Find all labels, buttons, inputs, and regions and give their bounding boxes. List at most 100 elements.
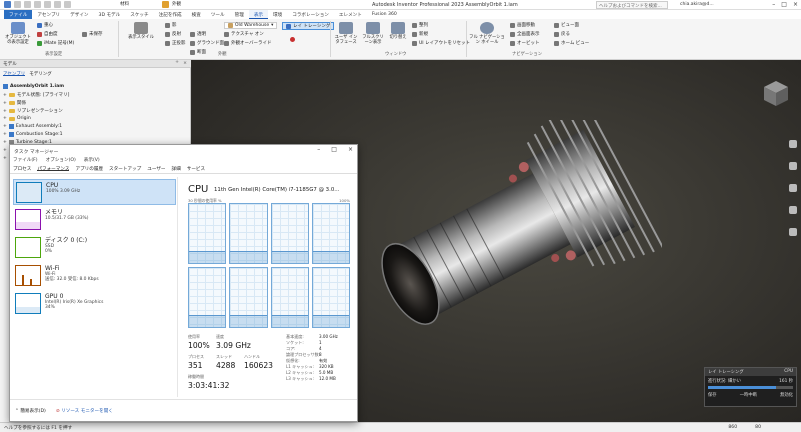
tab-performance[interactable]: パフォーマンス	[37, 166, 70, 172]
minimize-icon[interactable]: –	[317, 146, 320, 153]
expand-icon[interactable]: +	[3, 148, 7, 153]
expand-icon[interactable]: +	[3, 140, 7, 145]
tab-annotate[interactable]: 注記を作成	[154, 10, 187, 19]
steering-wheel-icon[interactable]	[789, 140, 797, 148]
viewcube-icon[interactable]	[761, 78, 791, 108]
tree-node[interactable]: + Origin	[3, 116, 31, 121]
tree-node[interactable]: + リプレゼンテーション	[3, 108, 63, 115]
dof-button[interactable]: 自由度	[37, 31, 58, 37]
tab-environments[interactable]: 環境	[268, 10, 287, 19]
menu-file[interactable]: ファイル(F)	[13, 157, 38, 163]
ray-tracing-button[interactable]: レイ トレーシング	[282, 22, 335, 30]
new-icon[interactable]	[14, 1, 21, 8]
tab-processes[interactable]: プロセス	[13, 166, 31, 172]
look-at-icon[interactable]	[789, 228, 797, 236]
expand-icon[interactable]: +	[3, 124, 7, 129]
home-view-button[interactable]: ホーム ビュー	[554, 40, 589, 46]
save-icon[interactable]	[34, 1, 41, 8]
arrange-button[interactable]: 整列	[412, 22, 428, 28]
ground-plane-button[interactable]: グラウンド面	[190, 40, 224, 46]
tab-collaborate[interactable]: コラボレーション	[287, 10, 334, 19]
ray-tracing-quality-button[interactable]	[290, 37, 295, 42]
texture-on-button[interactable]: テクスチャ オン	[224, 31, 264, 37]
tab-3d-model[interactable]: 3D モデル	[94, 10, 126, 19]
engine-model-render[interactable]	[362, 120, 662, 340]
tab-assembly[interactable]: アセンブリ	[32, 10, 65, 19]
tree-node[interactable]: + Exhaust Assembly:1	[3, 124, 62, 129]
view-face-button[interactable]: ビュー面	[554, 22, 579, 28]
tree-node[interactable]: + 関係	[3, 100, 26, 107]
tab-design[interactable]: デザイン	[65, 10, 93, 19]
user-account[interactable]: chia.akira@d...	[680, 2, 714, 7]
unsaved-button[interactable]: 未保存	[82, 31, 103, 37]
expand-icon[interactable]: +	[3, 156, 7, 161]
tree-node[interactable]: + Combustion Stage:1	[3, 132, 63, 137]
disable-button[interactable]: 無効化	[780, 392, 793, 398]
orbit-icon[interactable]	[789, 206, 797, 214]
tab-fusion360[interactable]: Fusion 360	[367, 10, 402, 19]
material-dropdown[interactable]: 材料	[120, 1, 129, 8]
user-interface-button[interactable]: ユーザ インタフェース	[333, 22, 359, 45]
select-icon[interactable]	[64, 1, 71, 8]
expand-icon[interactable]: +	[3, 93, 7, 98]
undo-icon[interactable]	[44, 1, 51, 8]
full-navigation-wheel-button[interactable]: フル ナビゲーション ホイール	[469, 22, 505, 45]
maximize-icon[interactable]: □	[331, 146, 337, 153]
save-button[interactable]: 保存	[708, 392, 717, 398]
zoom-all-button[interactable]: 全画面表示	[510, 31, 540, 37]
tab-modeling-view[interactable]: モデリング	[29, 71, 52, 77]
close-icon[interactable]: ×	[793, 1, 798, 8]
minimize-icon[interactable]: –	[772, 1, 775, 8]
tab-inspect[interactable]: 検査	[187, 10, 206, 19]
redo-icon[interactable]	[54, 1, 61, 8]
appearance-override-button[interactable]: 外観オーバーライド	[224, 40, 271, 46]
resource-wifi[interactable]: Wi-Fi Wi-Fi 送信: 32.0 受信: 8.0 Kbps	[13, 263, 176, 289]
tab-elements[interactable]: エレメント	[334, 10, 367, 19]
open-icon[interactable]	[24, 1, 31, 8]
object-visibility-button[interactable]: オブジェクトの表示設定	[4, 22, 32, 45]
fewer-details-button[interactable]: ⌃ 簡易表示(D)	[15, 408, 46, 414]
ui-layout-reset-button[interactable]: UI レイアウトをリセット	[412, 40, 470, 46]
expand-icon[interactable]: +	[3, 132, 7, 137]
tab-sketch[interactable]: スケッチ	[125, 10, 153, 19]
tab-tools[interactable]: ツール	[206, 10, 230, 19]
pan-icon[interactable]	[789, 162, 797, 170]
pause-button[interactable]: 一時中断	[740, 392, 757, 398]
expand-icon[interactable]: +	[3, 109, 7, 114]
orthographic-button[interactable]: 正投影	[165, 40, 186, 46]
imate-button[interactable]: iMate 記号(M)	[37, 40, 74, 46]
tab-details[interactable]: 詳細	[172, 166, 181, 172]
resource-cpu[interactable]: CPU 100% 3.09 GHz	[13, 179, 176, 205]
tab-services[interactable]: サービス	[187, 166, 205, 172]
new-window-button[interactable]: 新規	[412, 31, 428, 37]
inventor-logo-icon[interactable]	[4, 1, 11, 8]
help-search-input[interactable]: ヘルプおよびコマンドを検索...	[596, 1, 668, 9]
close-icon[interactable]: ×	[348, 146, 353, 153]
tab-manage[interactable]: 管理	[230, 10, 249, 19]
tab-assembly-view[interactable]: アセンブリ	[3, 71, 26, 77]
switch-window-button[interactable]: 切り替え	[388, 22, 408, 40]
resource-gpu[interactable]: GPU 0 Intel(R) Iris(R) Xe Graphics 34%	[13, 291, 176, 317]
center-of-gravity-button[interactable]: 重心	[37, 22, 53, 28]
full-screen-button[interactable]: フルスクリーン表示	[361, 22, 385, 45]
shadows-button[interactable]: 影	[165, 22, 177, 28]
display-style-button[interactable]: 表示スタイル	[121, 22, 161, 40]
zoom-icon[interactable]	[789, 184, 797, 192]
tab-startup[interactable]: スタートアップ	[109, 166, 141, 172]
add-browser-icon[interactable]: +	[175, 60, 179, 65]
back-button[interactable]: 戻る	[554, 31, 570, 37]
pan-button[interactable]: 画面移動	[510, 22, 535, 28]
tab-view[interactable]: 表示	[248, 10, 269, 19]
expand-icon[interactable]: +	[3, 101, 7, 106]
tree-node-root[interactable]: AssemblyOrbit 1.iam	[3, 84, 64, 89]
close-icon[interactable]: ×	[183, 61, 187, 66]
appearance-dropdown[interactable]: 外観	[172, 1, 181, 8]
expand-icon[interactable]: +	[3, 116, 7, 121]
tree-node[interactable]: + モデル状態: [プライマリ]	[3, 92, 69, 99]
environment-select[interactable]: Old Warehouse ▾	[224, 22, 278, 29]
tab-app-history[interactable]: アプリの履歴	[75, 166, 103, 172]
transparency-button[interactable]: 透明	[190, 31, 206, 37]
menu-view[interactable]: 表示(V)	[84, 157, 100, 163]
cross-section-button[interactable]: 断面	[190, 49, 206, 55]
orbit-button[interactable]: オービット	[510, 40, 540, 46]
